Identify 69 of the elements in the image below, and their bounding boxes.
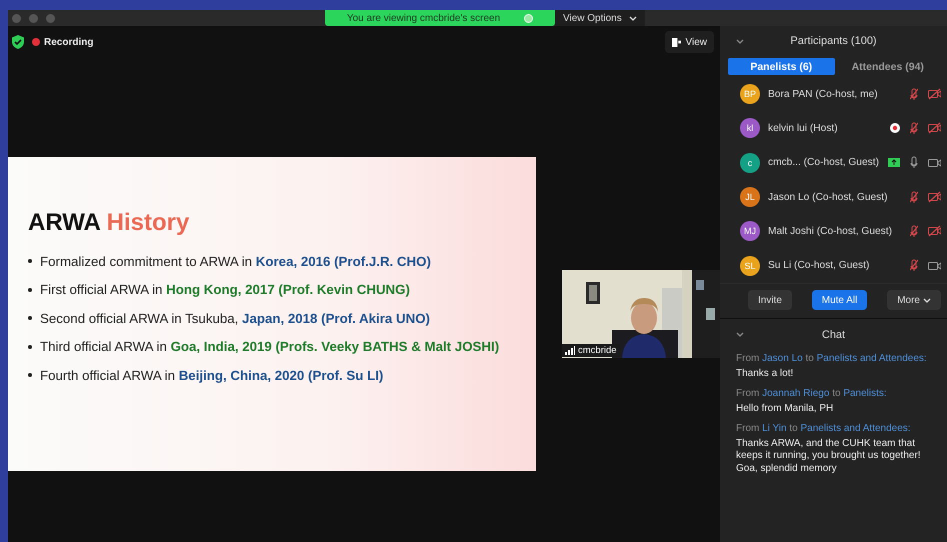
- participant-name: Malt Joshi (Co-host, Guest): [768, 226, 893, 237]
- bullet-icon: [28, 373, 32, 378]
- bullet-text: Formalized commitment to ARWA in Korea, 2016 (Prof.J.R. CHO): [40, 254, 431, 269]
- muted-mic-icon[interactable]: [910, 88, 918, 101]
- camera-off-icon[interactable]: [928, 225, 941, 238]
- avatar: JL: [740, 187, 760, 208]
- camera-icon[interactable]: [928, 156, 941, 169]
- view-icon: [672, 38, 680, 46]
- tab[interactable]: Attendees (94): [834, 58, 941, 75]
- chat-message: Hello from Manila, PH: [736, 402, 834, 415]
- muted-mic-icon[interactable]: [910, 224, 918, 238]
- camera-off-icon[interactable]: [928, 122, 941, 134]
- caret-icon: [628, 16, 637, 20]
- recording-icon: [32, 38, 40, 46]
- caret-icon: [923, 298, 931, 302]
- chat-message: Thanks a lot!: [736, 368, 794, 380]
- shield-icon: [12, 35, 24, 49]
- recording-label: Recording: [44, 36, 94, 48]
- signal-icon: [565, 346, 575, 355]
- bullet-text: Second official ARWA in Tsukuba, Japan, 2018 (Prof. Akira UNO): [40, 310, 430, 326]
- panel-title: Chat: [822, 329, 846, 341]
- bullet-text: Fourth official ARWA in Beijing, China, 2020 (Prof. Su LI): [40, 368, 384, 383]
- participant-name: Su Li (Co-host, Guest): [768, 260, 870, 272]
- banner-text: You are viewing cmcbride's screen: [346, 12, 500, 24]
- panel-button[interactable]: Invite: [748, 290, 792, 310]
- bullet-icon: [28, 316, 32, 320]
- panel-button[interactable]: Mute All: [812, 290, 868, 310]
- muted-mic-icon[interactable]: [910, 190, 918, 204]
- avatar: SL: [740, 256, 760, 276]
- chat-sender-line: From Li Yin to Panelists and Attendees:: [736, 423, 912, 436]
- bullet-icon: [28, 288, 32, 292]
- share-status-icon: [524, 14, 534, 22]
- camera-icon[interactable]: [928, 260, 941, 272]
- avatar: c: [740, 152, 760, 173]
- chat-sender-line: From Joannah Riego to Panelists:: [736, 388, 888, 400]
- slide-title: ARWA: [28, 209, 100, 236]
- view-button[interactable]: View: [664, 31, 714, 53]
- collapse-icon[interactable]: [736, 39, 744, 44]
- view-options-button[interactable]: View Options: [555, 10, 645, 26]
- collapse-icon[interactable]: [736, 332, 744, 337]
- tab[interactable]: Panelists (6): [728, 58, 834, 75]
- bullet-icon: [28, 259, 32, 264]
- participant-row[interactable]: kl kelvin lui (Host): [720, 111, 947, 146]
- participant-row[interactable]: MJ Malt Joshi (Co-host, Guest): [720, 214, 947, 248]
- chat-sender-line: From Jason Lo to Panelists and Attendees:: [736, 353, 928, 366]
- participant-row[interactable]: BP Bora PAN (Co-host, me): [720, 77, 947, 112]
- participant-row[interactable]: c cmcb... (Co-host, Guest): [720, 146, 947, 180]
- panel-button[interactable]: More: [887, 290, 941, 310]
- panel-title: Participants (100): [790, 35, 877, 47]
- muted-mic-icon[interactable]: [910, 259, 918, 272]
- bullet-text: Third official ARWA in Goa, India, 2019 (Profs. Veeky BATHS & Malt JOSHI): [40, 339, 500, 354]
- avatar: MJ: [740, 221, 760, 242]
- participant-name: cmcbride: [578, 345, 617, 356]
- participant-row[interactable]: SL Su Li (Co-host, Guest): [720, 248, 947, 283]
- muted-mic-icon[interactable]: [910, 122, 918, 135]
- avatar: kl: [740, 118, 760, 138]
- slide-title: History: [106, 209, 190, 236]
- camera-off-icon[interactable]: [928, 191, 941, 204]
- participant-name: Bora PAN (Co-host, me): [768, 88, 879, 100]
- bullet-icon: [28, 344, 32, 349]
- participant-name: cmcb... (Co-host, Guest): [768, 157, 880, 168]
- chat-message: Thanks ARWA, and the CUHK team that keeps it running, you brought us together! Goa, splendid memory: [736, 438, 922, 475]
- avatar: BP: [740, 84, 760, 104]
- mic-icon[interactable]: [910, 156, 918, 170]
- participant-row[interactable]: JL Jason Lo (Co-host, Guest): [720, 180, 947, 214]
- camera-off-icon[interactable]: [928, 88, 941, 100]
- participant-name: Jason Lo (Co-host, Guest): [768, 192, 888, 203]
- bullet-text: First official ARWA in Hong Kong, 2017 (Prof. Kevin CHUNG): [40, 282, 410, 298]
- participant-name: kelvin lui (Host): [768, 122, 839, 134]
